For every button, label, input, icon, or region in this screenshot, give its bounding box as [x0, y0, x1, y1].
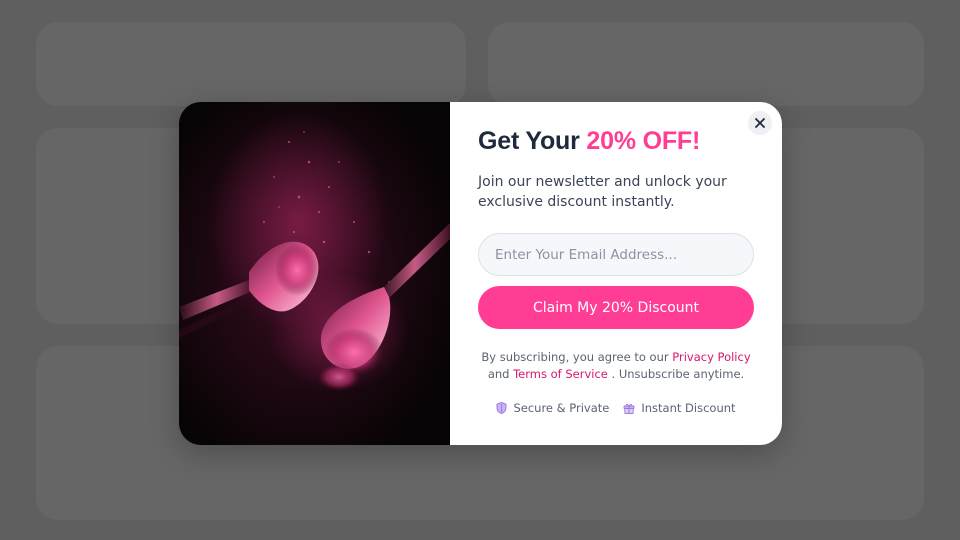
secure-badge-label: Secure & Private — [513, 401, 610, 415]
email-input[interactable] — [478, 233, 754, 276]
terms-of-service-link[interactable]: Terms of Service — [513, 367, 608, 381]
instant-discount-badge: Instant Discount — [623, 401, 736, 415]
background-card — [488, 22, 924, 106]
background-card — [36, 22, 466, 106]
secure-badge: Secure & Private — [496, 401, 609, 415]
makeup-brushes-illustration — [179, 102, 450, 445]
promo-image — [179, 102, 450, 445]
claim-discount-button[interactable]: Claim My 20% Discount — [478, 286, 754, 329]
popup-content: Get Your 20% OFF! Join our newsletter an… — [450, 102, 782, 445]
legal-and: and — [487, 367, 510, 381]
title-prefix: Get Your — [478, 127, 580, 155]
close-icon — [755, 118, 765, 128]
legal-prefix: By subscribing, you agree to our — [481, 350, 669, 364]
popup-title: Get Your 20% OFF! — [478, 127, 754, 156]
popup-subtitle: Join our newsletter and unlock your excl… — [478, 174, 727, 210]
discount-popup: Get Your 20% OFF! Join our newsletter an… — [179, 102, 782, 445]
legal-notice: By subscribing, you agree to our Privacy… — [478, 349, 754, 383]
legal-suffix: . Unsubscribe anytime. — [611, 367, 745, 381]
trust-badges: Secure & Private Instant Discount — [478, 401, 754, 415]
privacy-policy-link[interactable]: Privacy Policy — [672, 350, 750, 364]
close-button[interactable] — [748, 111, 772, 135]
instant-discount-badge-label: Instant Discount — [641, 401, 736, 415]
shield-icon — [496, 402, 507, 414]
title-discount: 20% OFF! — [586, 127, 701, 155]
gift-icon — [623, 403, 635, 414]
